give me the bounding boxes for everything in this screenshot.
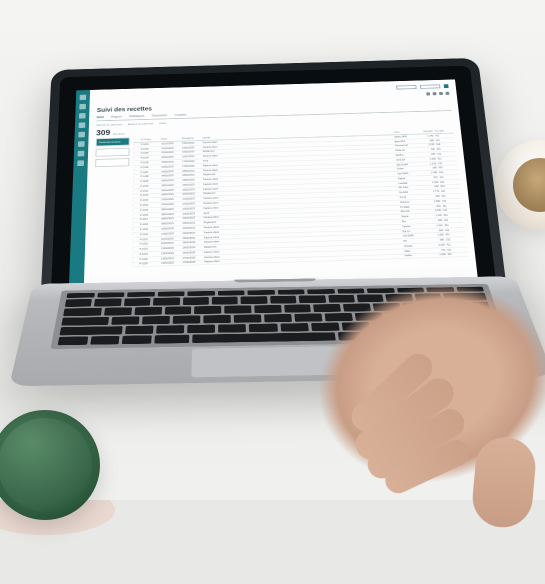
home-icon[interactable] xyxy=(80,95,87,101)
tab-rapport[interactable]: Rapport xyxy=(111,115,122,118)
filter-box-selected[interactable]: Toutes les recettes xyxy=(96,137,130,146)
filter-box[interactable] xyxy=(95,148,129,157)
subbar-item[interactable]: Période de paiement xyxy=(96,123,122,127)
meta-icon[interactable] xyxy=(439,92,443,95)
search-button[interactable] xyxy=(444,84,449,88)
lid-notch xyxy=(234,278,316,282)
top-filter-1[interactable] xyxy=(396,85,416,89)
top-filter-2[interactable] xyxy=(420,84,440,88)
column-header[interactable]: Montant xyxy=(418,129,433,133)
help-icon[interactable] xyxy=(78,151,85,157)
tab-suivi[interactable]: Suivi xyxy=(97,116,104,119)
recettes-table: N° PièceDateÉchéanceLibelléTiersMontantC… xyxy=(131,128,469,282)
column-header[interactable]: Date xyxy=(161,137,180,141)
subbar-item[interactable]: Banque de paiement xyxy=(128,122,154,126)
result-count: 309 xyxy=(96,129,110,137)
trackpad xyxy=(191,346,373,378)
column-header[interactable]: N° Pièce xyxy=(141,137,160,141)
tab-paramètres[interactable]: Paramètres xyxy=(152,114,167,118)
laptop-base xyxy=(9,276,545,386)
column-header[interactable]: Tiers xyxy=(394,130,417,134)
result-count-label: Résultats xyxy=(113,132,125,135)
filter-box[interactable] xyxy=(95,158,129,167)
gear-icon[interactable] xyxy=(78,132,85,138)
laptop: Suivi des recettes SuiviRapportStatistiq… xyxy=(40,8,510,488)
filter-panel: Toutes les recettes xyxy=(92,137,130,283)
column-header[interactable]: Compte xyxy=(435,129,454,133)
users-icon[interactable] xyxy=(79,122,86,128)
tab-comptes[interactable]: Comptes xyxy=(174,113,186,116)
meta-icon[interactable] xyxy=(445,92,449,95)
meta-icon[interactable] xyxy=(433,92,437,95)
logout-icon[interactable] xyxy=(77,160,84,166)
chart-icon[interactable] xyxy=(79,113,86,119)
app-screen: Suivi des recettes SuiviRapportStatistiq… xyxy=(69,79,479,297)
column-header[interactable] xyxy=(133,138,139,141)
tab-statistiques[interactable]: Statistiques xyxy=(129,114,144,118)
subbar-item[interactable]: Statut xyxy=(159,122,166,125)
doc-icon[interactable] xyxy=(79,104,86,110)
column-header[interactable]: Échéance xyxy=(182,136,201,140)
link-icon[interactable] xyxy=(78,141,85,147)
meta-icon[interactable] xyxy=(426,92,430,95)
keyboard xyxy=(50,284,507,349)
